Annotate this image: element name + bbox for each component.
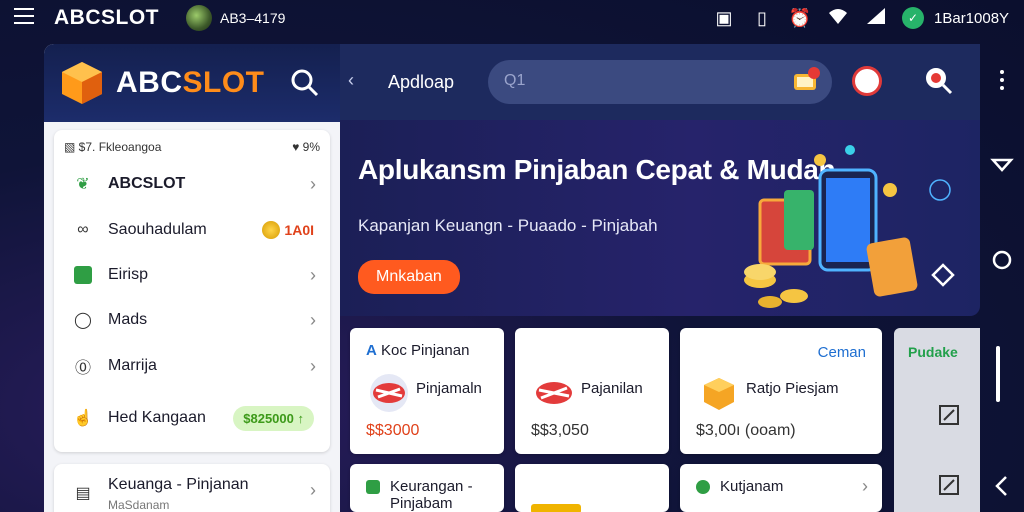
notification-gift-icon[interactable]: [792, 66, 820, 94]
sidebar-item-saouhadulam[interactable]: ∞ Saouhadulam 1A0I: [54, 210, 330, 250]
signal-icon: [864, 6, 888, 30]
sidebar-item-label: Keuanga - Pinjanan: [108, 476, 249, 493]
battery-saver-icon: ▯: [757, 8, 767, 28]
product-card-header: Kutjanam: [720, 478, 784, 495]
coin-icon: [262, 221, 280, 239]
app-brand: ABCSLOT: [54, 6, 159, 29]
system-nav-bar: [984, 36, 1024, 512]
chevron-right-icon: ›: [310, 264, 316, 285]
account-label: 1Bar1008Y: [934, 9, 1010, 27]
product-card-header: Ceman: [817, 344, 866, 361]
back-icon[interactable]: ‹: [348, 70, 354, 91]
down-triangle-icon[interactable]: [990, 152, 1014, 176]
sidebar-item-mads[interactable]: ◯ Mads ›: [54, 300, 330, 340]
sidebar: ABCSLOT ▧ $7. Fkleoangoa ♥ 9% ❦ ABCSLOT …: [44, 44, 340, 512]
product-card[interactable]: A Koc Pinjanan Pinjamaln $$3000: [350, 328, 504, 454]
card-header-left: ▧ $7. Fkleoangoa: [64, 140, 162, 154]
recent-apps-icon[interactable]: [996, 346, 1000, 402]
leaf-icon: ❦: [76, 176, 90, 193]
system-icons: ▣ ▯ ⏰ ✓ 1Bar1008Y: [712, 6, 1009, 30]
more-options-icon[interactable]: [1000, 70, 1004, 94]
sidebar-item-label: Eirisp: [108, 266, 149, 283]
sidebar-item-sub: MaSdanam: [108, 498, 170, 512]
product-card-bottom[interactable]: [515, 464, 669, 512]
product-name: Pajanilan: [581, 380, 643, 397]
yellow-tag-icon: [531, 504, 581, 512]
wifi-icon: [826, 6, 850, 30]
sidebar-item-label: Saouhadulam: [108, 221, 207, 238]
sidebar-item-marrija[interactable]: ⓪ Marrija ›: [54, 346, 330, 386]
back-icon[interactable]: [990, 474, 1014, 498]
wallet-icon: ▤: [75, 485, 91, 502]
profile-icon[interactable]: [852, 66, 882, 96]
home-icon[interactable]: [990, 248, 1014, 272]
edit-icon[interactable]: [938, 404, 960, 426]
logo-text: ABCSLOT: [116, 66, 265, 99]
edit-icon[interactable]: [938, 474, 960, 496]
sidebar-item-label: ABCSLOT: [108, 175, 186, 192]
link-icon: ∞: [77, 221, 89, 238]
search-icon[interactable]: [290, 68, 320, 98]
hand-icon: ☝: [73, 410, 93, 427]
phone-coins-illustration: [744, 145, 951, 308]
chevron-right-icon: ›: [310, 309, 316, 330]
top-bar: ‹ Apdloap Q1: [340, 44, 980, 120]
hero-banner: Aplukansm Pinjaban Cepat & Mudah Kapanja…: [340, 120, 980, 316]
page-title: Apdloap: [388, 72, 455, 92]
hero-cta-button[interactable]: Mnkaban: [358, 260, 460, 294]
user-id: AB3–4179: [220, 10, 286, 26]
product-card[interactable]: Ceman Ratjo Piesjam $3,00ı (ooam): [680, 328, 882, 454]
product-price: $$3,050: [531, 422, 589, 439]
balance-pill: $825000 ↑: [233, 405, 314, 431]
chat-icon: ◯: [74, 312, 92, 329]
menu-icon[interactable]: [14, 8, 34, 26]
status-bar: ABCSLOT AB3–4179 ▣ ▯ ⏰ ✓ 1Bar1008Y: [0, 0, 1024, 36]
sidebar-item-badge: 1A0I: [284, 222, 314, 238]
product-name: Ratjo Piesjam: [746, 380, 839, 397]
box-icon: [704, 378, 734, 410]
product-card-header: A Koc Pinjanan: [366, 342, 470, 359]
menu-card: ▧ $7. Fkleoangoa ♥ 9% ❦ ABCSLOT › ∞ Saou…: [54, 130, 330, 452]
sidebar-header: ABCSLOT: [44, 44, 340, 122]
sidebar-item-label: Mads: [108, 311, 148, 328]
chart-icon: [72, 264, 94, 286]
product-card-header: Keurangan - Pinjabam: [390, 478, 473, 512]
sidebar-item-abcslot[interactable]: ❦ ABCSLOT ›: [54, 164, 330, 204]
candy-icon: [370, 374, 408, 412]
sidebar-item-keuanga[interactable]: ▤ Keuanga - Pinjanan MaSdanam ›: [54, 464, 330, 512]
avatar[interactable]: [186, 5, 212, 31]
check-circle-icon: [696, 480, 710, 494]
logo-icon: [62, 62, 102, 104]
chevron-right-icon: ›: [310, 355, 316, 376]
product-card[interactable]: Pajanilan $$3,050: [515, 328, 669, 454]
card-header-right: ♥ 9%: [292, 140, 320, 154]
sidebar-item-hed-kangaan[interactable]: ☝ Hed Kangaan $825000 ↑: [54, 398, 330, 438]
green-tag-icon: [366, 480, 380, 494]
search-icon[interactable]: [924, 66, 954, 96]
sidebar-item-eirisp[interactable]: Eirisp ›: [54, 255, 330, 295]
coin-icon: ⓪: [74, 360, 91, 377]
product-card-bottom[interactable]: Keurangan - Pinjabam: [350, 464, 504, 512]
search-input[interactable]: Q1: [488, 60, 832, 104]
card-header: ▧ $7. Fkleoangoa ♥ 9%: [54, 130, 330, 154]
candy-icon: [536, 382, 572, 404]
chevron-right-icon: ›: [862, 476, 868, 496]
product-card-bottom[interactable]: Kutjanam ›: [680, 464, 882, 512]
product-price: $$3000: [366, 422, 420, 439]
product-name: Pinjamaln: [416, 380, 482, 397]
share-icon[interactable]: [930, 262, 956, 288]
sidebar-item-label: Hed Kangaan: [108, 409, 206, 426]
shield-icon: ✓: [902, 7, 924, 29]
product-price: $3,00ı (ooam): [696, 422, 796, 439]
side-panel: Pudake: [894, 328, 980, 512]
alarm-icon: ⏰: [788, 8, 812, 28]
chevron-right-icon: ›: [310, 480, 316, 500]
side-panel-label: Pudake: [908, 344, 958, 360]
sidebar-item-label: Marrija: [108, 357, 157, 374]
chevron-right-icon: ›: [310, 173, 316, 194]
screenshot-icon: ▣: [715, 8, 733, 28]
hero-subtitle: Kapanjan Keuangn - Puaado - Pinjabah: [358, 216, 658, 235]
